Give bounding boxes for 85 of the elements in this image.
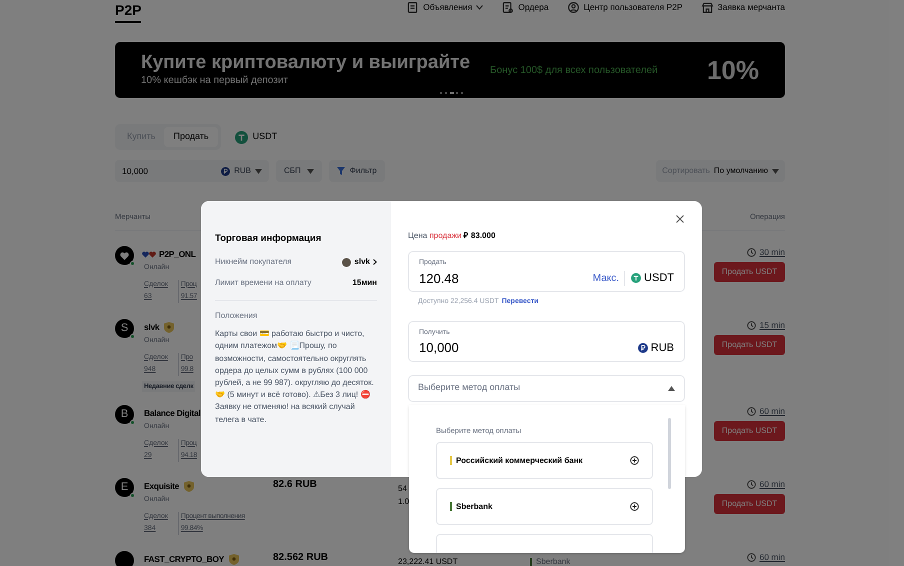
receive-currency: RUB — [638, 340, 674, 356]
sell-button[interactable]: Продать USDT — [714, 262, 785, 282]
avatar-letter: S — [120, 321, 128, 336]
price: 82.6 RUB — [273, 479, 317, 490]
sell-amount-value: 120.48 — [419, 270, 459, 288]
chevron-right-icon — [373, 259, 377, 266]
user-icon — [566, 0, 580, 14]
info-value: 15мин — [352, 277, 377, 290]
available-amount: 23,222.41 USDT — [398, 557, 459, 566]
ruble-coin-icon — [221, 166, 230, 176]
coin-selector[interactable]: USDT — [234, 130, 278, 144]
buyer-link[interactable]: slvk — [342, 256, 377, 268]
trade-info-title: Торговая информация — [215, 232, 322, 246]
document-icon — [406, 0, 420, 14]
nav-link[interactable]: Центр пользователя P2P — [566, 0, 683, 14]
nav-link[interactable]: Объявления — [406, 0, 484, 14]
price-line: Цена продажи ₽ 83.000 — [408, 230, 496, 242]
nav-link[interactable]: Ордера — [501, 0, 549, 14]
payment-method-option[interactable]: Sberbank — [436, 488, 653, 526]
clock-icon — [747, 320, 756, 330]
close-button[interactable] — [675, 214, 685, 224]
sell-button[interactable]: Продать USDT — [714, 494, 785, 514]
info-label: Лимит времени на оплату — [215, 277, 312, 290]
max-button[interactable]: Макс. — [592, 270, 626, 286]
user-avatar-icon — [342, 258, 352, 267]
promo-banner[interactable]: Купите криптовалюту и выиграйте 10% кешбэк на первый депозит Бонус 100$ для всех пользователей 10% — [115, 42, 785, 98]
clock-icon — [747, 406, 756, 416]
clock-icon — [747, 480, 756, 489]
terms-title: Положения — [215, 310, 258, 322]
merchant-name[interactable]: slvk — [144, 320, 160, 334]
terms-text: Карты свои 💳 работаю быстро и чисто, одним платежом🤝 📃Прошу, по возможности, самостоятельно округлять ордера до целых сумм в рублях (100 000 рублей, а не 99 987). округляю до десяток. 🤝 (5 минут и всё готово). ⚠Без 3 лиц! ⛔Заявку не отменяю! на всякий случай телега в чате. — [215, 328, 375, 426]
caret-icon — [668, 386, 675, 390]
payment-time: 30 min — [759, 246, 785, 259]
merchant-name[interactable]: P2P_ONL — [159, 248, 196, 260]
sell-button[interactable]: Продать USDT — [714, 420, 785, 441]
payment-method-name: Российский коммерческий банк — [456, 454, 583, 467]
caret-icon — [772, 168, 779, 174]
add-circle-icon — [630, 456, 639, 466]
avatar-letter: B — [120, 407, 128, 422]
scrollbar[interactable] — [668, 418, 671, 489]
p2p-logo[interactable]: P2P — [115, 3, 142, 23]
clock-icon — [747, 552, 756, 562]
sell-currency: USDT — [625, 270, 674, 286]
avatar — [115, 551, 134, 566]
payment-method-name: Sberbank — [456, 500, 492, 513]
available-amount: 54 — [398, 484, 408, 493]
info-label: Никнейм покупателя — [215, 256, 292, 268]
caret-icon — [306, 168, 314, 174]
banner-subtitle: 10% кешбэк на первый депозит — [141, 74, 290, 88]
add-circle-icon — [630, 502, 639, 512]
filter-button[interactable]: Фильтр — [328, 160, 385, 182]
nav-link[interactable]: Заявка мерчанта — [700, 0, 785, 14]
avatar-letter: E — [120, 480, 128, 496]
merchant-name[interactable]: Balance Digital — [144, 406, 200, 420]
payment-method-dropdown[interactable]: СБП — [276, 160, 322, 182]
banner-bonus: Бонус 100$ для всех пользователей — [490, 64, 658, 78]
close-icon — [676, 215, 684, 223]
merchant-name[interactable]: FAST_CRYPTO_BOY — [144, 552, 224, 566]
payment-time: 60 min — [759, 478, 785, 491]
sell-button[interactable]: Продать USDT — [714, 334, 785, 355]
receive-amount-value: 10,000 — [419, 339, 459, 357]
clock-icon — [747, 248, 756, 257]
tether-coin-icon — [234, 130, 248, 144]
amount-field[interactable]: 10,000 RUB — [115, 160, 269, 182]
payment-time: 60 min — [759, 405, 785, 418]
amount-value: 10,000 — [122, 164, 148, 178]
caret-icon — [255, 168, 262, 174]
shop-icon — [700, 0, 714, 14]
price: 82.562 RUB — [273, 552, 328, 563]
side-tab[interactable]: Продать — [164, 127, 218, 147]
payment-method-option[interactable]: Российский коммерческий банк — [436, 442, 653, 480]
sort-value: По умолчанию — [714, 165, 768, 177]
order-limit: 1.0 — [398, 497, 410, 506]
heart-icon — [120, 252, 129, 260]
filter-icon — [336, 167, 345, 175]
banner-title: Купите криптовалюту и выиграйте — [141, 52, 470, 73]
tether-coin-icon — [631, 273, 642, 284]
ruble-coin-icon — [638, 342, 648, 353]
banner-percent-label: 10% — [706, 57, 759, 83]
currency-dropdown[interactable]: RUB — [221, 165, 262, 177]
merchant-name[interactable]: Exquisite — [144, 480, 180, 492]
payment-time: 60 min — [759, 551, 785, 564]
list-icon — [501, 0, 514, 14]
payment-method-select[interactable]: Выберите метод оплаты — [408, 374, 685, 402]
payment-time: 15 min — [759, 319, 785, 332]
